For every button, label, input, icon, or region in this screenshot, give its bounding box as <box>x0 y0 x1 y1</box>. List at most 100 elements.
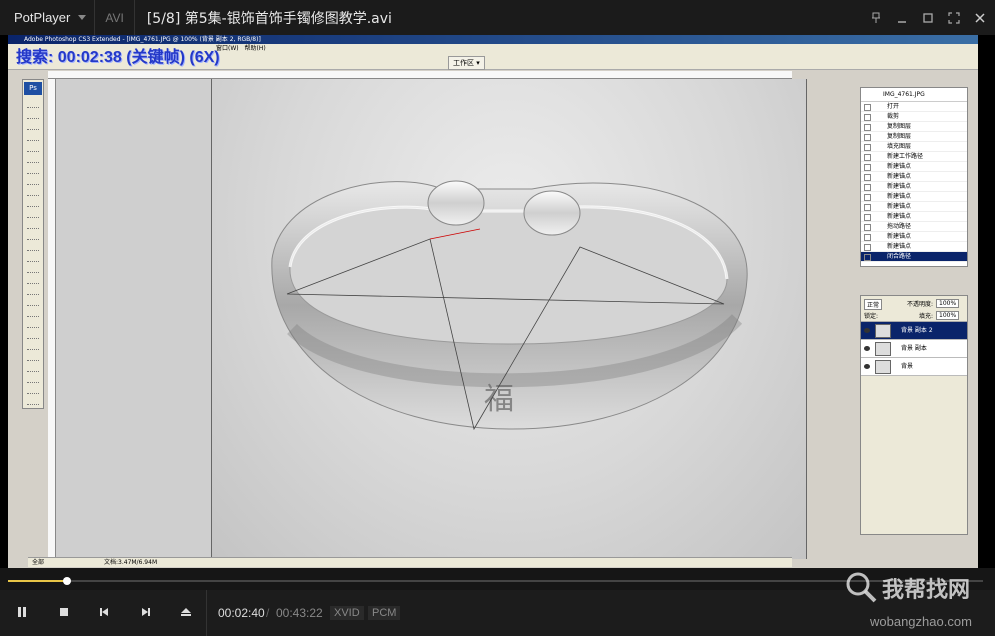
layer-name: 背景 副本 2 <box>901 327 933 334</box>
time-total: 00:43:22 <box>276 606 323 620</box>
history-item: 新建锚点 <box>861 202 967 212</box>
close-icon[interactable] <box>973 11 987 25</box>
ps-tool-icon <box>27 144 39 152</box>
lock-label: 锁定: <box>864 313 879 320</box>
next-button[interactable] <box>132 598 160 626</box>
ps-ruler-left <box>48 79 56 559</box>
ps-history-panel: IMG_4761.JPG 打开 裁剪 复制图层 复制图层 填充图层 新建工作路径 新建锚点新… <box>860 87 968 267</box>
format-tag: AVI <box>105 10 124 25</box>
layer-options: 正常 不透明度: 100% 锁定: 填充: 100% <box>861 296 967 322</box>
bracelet-illustration: 福 <box>271 180 748 431</box>
history-snapshot: IMG_4761.JPG <box>861 88 967 102</box>
history-item: 闭合路径 <box>861 252 967 262</box>
svg-text:福: 福 <box>484 382 514 417</box>
history-item: 新建工作路径 <box>861 152 967 162</box>
file-title: [5/8] 第5集-银饰首饰手镯修图教学.avi <box>146 10 392 27</box>
ps-tool-icon <box>27 243 39 251</box>
layer-row: 背景 <box>861 358 967 376</box>
layer-thumbnail <box>875 342 891 356</box>
ps-canvas-area: 福 <box>56 79 807 559</box>
seek-progress <box>8 580 68 582</box>
layer-name: 背景 副本 <box>901 345 927 352</box>
opacity-field: 100% <box>936 299 960 308</box>
app-menu-button[interactable]: PotPlayer <box>0 10 78 25</box>
ps-ruler-top <box>48 71 792 79</box>
ps-tool-icon <box>27 342 39 350</box>
eject-button[interactable] <box>172 598 200 626</box>
history-item: 新建锚点 <box>861 232 967 242</box>
stop-icon <box>60 608 68 616</box>
history-item: 填充图层 <box>861 142 967 152</box>
history-item: 拖动路径 <box>861 222 967 232</box>
history-item: 裁剪 <box>861 112 967 122</box>
minimize-icon[interactable] <box>895 11 909 25</box>
ps-tool-icon <box>27 309 39 317</box>
history-item: 新建锚点 <box>861 172 967 182</box>
history-item: 打开 <box>861 102 967 112</box>
ps-tool-icon <box>27 232 39 240</box>
ps-tool-icon <box>27 276 39 284</box>
chevron-down-icon[interactable] <box>78 15 87 20</box>
ps-tool-icon <box>27 353 39 361</box>
eye-icon <box>864 364 870 369</box>
layer-row: 背景 副本 <box>861 340 967 358</box>
time-current: 00:02:40 <box>218 606 265 620</box>
ps-tool-icon <box>27 155 39 163</box>
ps-tool-icon <box>27 221 39 229</box>
layer-thumbnail <box>875 360 891 374</box>
ps-tool-icon <box>27 254 39 262</box>
maximize-icon[interactable] <box>921 11 935 25</box>
ps-tool-icon <box>27 386 39 394</box>
watermark-url: wobangzhao.com <box>870 614 972 629</box>
pause-button[interactable] <box>8 598 36 626</box>
history-item: 复制图层 <box>861 132 967 142</box>
history-item: 新建锚点 <box>861 182 967 192</box>
ps-tool-icon <box>27 199 39 207</box>
seek-track[interactable] <box>8 577 983 585</box>
previous-button[interactable] <box>90 598 118 626</box>
ps-tool-icon <box>27 298 39 306</box>
ps-tool-icon <box>27 111 39 119</box>
pin-icon[interactable] <box>869 11 883 25</box>
ps-workspace-button: 工作区 ▾ <box>448 56 485 70</box>
photoshop-window: Adobe Photoshop CS3 Extended - [IMG_4761… <box>8 35 978 568</box>
player-titlebar: PotPlayer AVI [5/8] 第5集-银饰首饰手镯修图教学.avi <box>0 0 995 35</box>
history-item: 新建锚点 <box>861 242 967 252</box>
time-separator: / <box>266 606 270 620</box>
ps-tool-icon <box>27 375 39 383</box>
history-item: 新建锚点 <box>861 162 967 172</box>
video-codec-badge[interactable]: XVID <box>330 606 364 620</box>
ps-tool-icon <box>27 166 39 174</box>
watermark: 我帮找网 wobangzhao.com <box>840 568 995 636</box>
history-item: 新建锚点 <box>861 192 967 202</box>
seek-overlay-text: 搜索: 00:02:38 (关键帧) (6X) <box>16 49 220 66</box>
divider <box>206 590 207 636</box>
fill-label: 填充: <box>919 313 934 320</box>
ps-layers-panel: 正常 不透明度: 100% 锁定: 填充: 100% 背景 副本 2 背景 副本背… <box>860 295 968 535</box>
layer-row: 背景 副本 2 <box>861 322 967 340</box>
bracelet-photo: 福 <box>211 79 807 559</box>
ps-zoom-field: 全部 <box>32 559 45 566</box>
fullscreen-icon[interactable] <box>947 11 961 25</box>
ps-tool-icon <box>27 397 39 405</box>
ps-doc-size: 文档:3.47M/6.94M <box>104 559 158 566</box>
watermark-brand: 我帮找网 <box>882 578 971 603</box>
history-item: 复制图层 <box>861 122 967 132</box>
audio-codec-badge[interactable]: PCM <box>368 606 401 620</box>
ps-tool-icon <box>27 100 39 108</box>
stop-button[interactable] <box>50 598 78 626</box>
ps-tool-icon <box>27 331 39 339</box>
layer-list: 背景 副本 2 背景 副本背景 <box>861 322 967 376</box>
ps-menu-item: 帮助(H) <box>244 45 266 52</box>
ps-tool-icon <box>27 287 39 295</box>
search-icon <box>846 572 877 603</box>
eye-icon <box>864 346 870 351</box>
ps-tool-icon <box>27 177 39 185</box>
history-list: 打开 裁剪 复制图层 复制图层 填充图层 新建工作路径 新建锚点 新建锚点 新建锚点 新建锚点 新建… <box>861 102 967 262</box>
ps-tool-icon <box>27 265 39 273</box>
video-frame[interactable]: Adobe Photoshop CS3 Extended - [IMG_4761… <box>0 35 995 568</box>
skip-forward-icon <box>142 608 150 616</box>
ps-tool-icon <box>27 133 39 141</box>
seek-knob[interactable] <box>63 577 72 585</box>
blend-mode-select: 正常 <box>864 299 883 310</box>
